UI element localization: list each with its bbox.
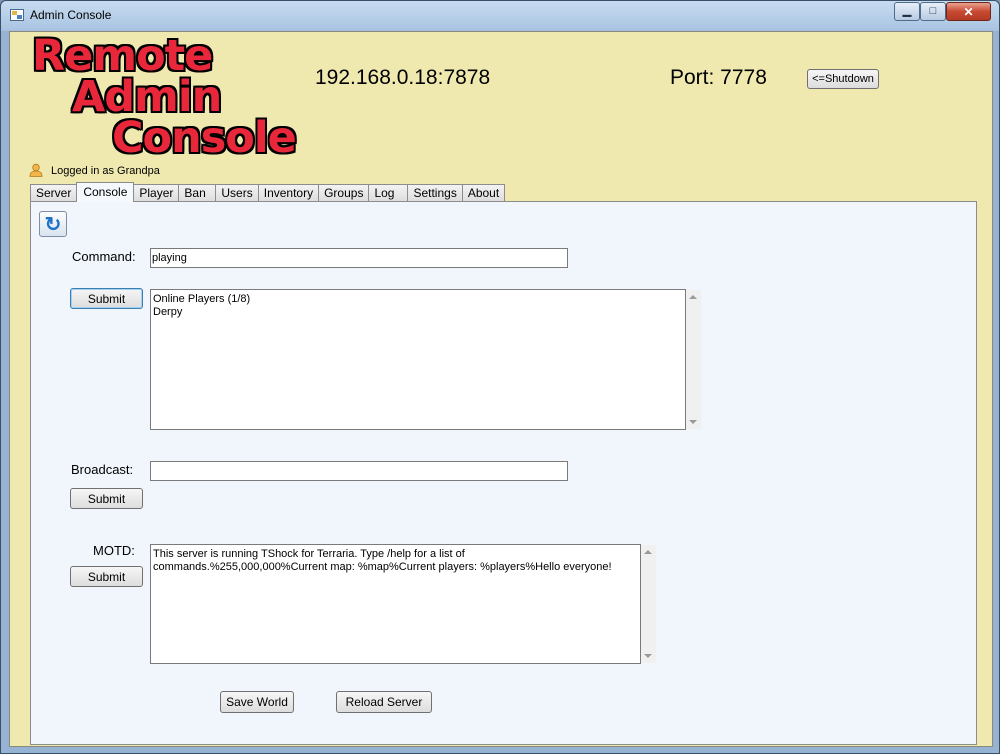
minimize-icon: ▁ bbox=[902, 5, 912, 17]
client-area: Remote Admin Console 192.168.0.18:7878 P… bbox=[9, 31, 993, 747]
motd-scrollbar[interactable] bbox=[641, 545, 656, 663]
logo-line-2: Admin bbox=[72, 72, 222, 122]
close-icon: ✕ bbox=[963, 4, 974, 19]
window-title: Admin Console bbox=[30, 8, 112, 22]
tab-player[interactable]: Player bbox=[133, 184, 180, 202]
refresh-icon: ↻ bbox=[44, 213, 62, 236]
broadcast-submit-button[interactable]: Submit bbox=[70, 488, 143, 509]
tab-inventory[interactable]: Inventory bbox=[257, 184, 320, 202]
close-button[interactable]: ✕ bbox=[946, 2, 991, 21]
tab-log[interactable]: Log bbox=[368, 184, 409, 202]
refresh-button[interactable]: ↻ bbox=[39, 211, 67, 237]
scroll-up-icon[interactable] bbox=[689, 295, 697, 299]
maximize-icon: □ bbox=[929, 5, 937, 17]
server-port: Port: 7778 bbox=[670, 66, 767, 89]
output-scrollbar[interactable] bbox=[686, 290, 701, 429]
motd-scroll-up-icon[interactable] bbox=[644, 550, 652, 554]
tab-users[interactable]: Users bbox=[215, 184, 259, 202]
command-label: Command: bbox=[72, 249, 136, 264]
tab-server[interactable]: Server bbox=[30, 184, 78, 202]
logo-line-1: Remote bbox=[32, 31, 213, 81]
motd-submit-button[interactable]: Submit bbox=[70, 566, 143, 587]
broadcast-input[interactable] bbox=[150, 461, 568, 481]
motd-label: MOTD: bbox=[93, 543, 135, 558]
app-window-icon bbox=[10, 9, 24, 21]
console-tab-panel: ↻ Command: Submit Online Players (1/8) D… bbox=[30, 201, 977, 745]
command-input[interactable] bbox=[150, 248, 568, 268]
logged-in-status: Logged in as Grandpa bbox=[51, 165, 160, 177]
server-address: 192.168.0.18:7878 bbox=[315, 66, 491, 89]
shutdown-button[interactable]: <=Shutdown bbox=[807, 69, 879, 89]
save-world-button[interactable]: Save World bbox=[220, 691, 294, 713]
tab-about[interactable]: About bbox=[461, 184, 506, 202]
command-output-textarea[interactable]: Online Players (1/8) Derpy bbox=[150, 289, 686, 430]
motd-textarea[interactable]: This server is running TShock for Terrar… bbox=[150, 544, 641, 664]
logo-line-3: Console bbox=[112, 113, 297, 163]
remote-admin-console-logo: Remote Admin Console bbox=[32, 31, 297, 163]
tab-ban[interactable]: Ban bbox=[178, 184, 217, 202]
maximize-button[interactable]: □ bbox=[920, 2, 946, 21]
command-submit-button[interactable]: Submit bbox=[70, 288, 143, 309]
minimize-button[interactable]: ▁ bbox=[894, 2, 920, 21]
broadcast-label: Broadcast: bbox=[71, 462, 134, 477]
tab-console[interactable]: Console bbox=[76, 182, 135, 202]
tab-strip: Server Console Player Ban Users Inventor… bbox=[30, 182, 506, 202]
reload-server-button[interactable]: Reload Server bbox=[336, 691, 432, 713]
title-bar[interactable]: Admin Console ▁ □ ✕ bbox=[1, 1, 999, 30]
tab-groups[interactable]: Groups bbox=[318, 184, 370, 202]
scroll-down-icon[interactable] bbox=[689, 420, 697, 424]
admin-console-window: Admin Console ▁ □ ✕ Remote Admin Console… bbox=[0, 0, 1000, 754]
tab-settings[interactable]: Settings bbox=[407, 184, 463, 202]
motd-scroll-down-icon[interactable] bbox=[644, 654, 652, 658]
user-icon bbox=[29, 163, 43, 177]
